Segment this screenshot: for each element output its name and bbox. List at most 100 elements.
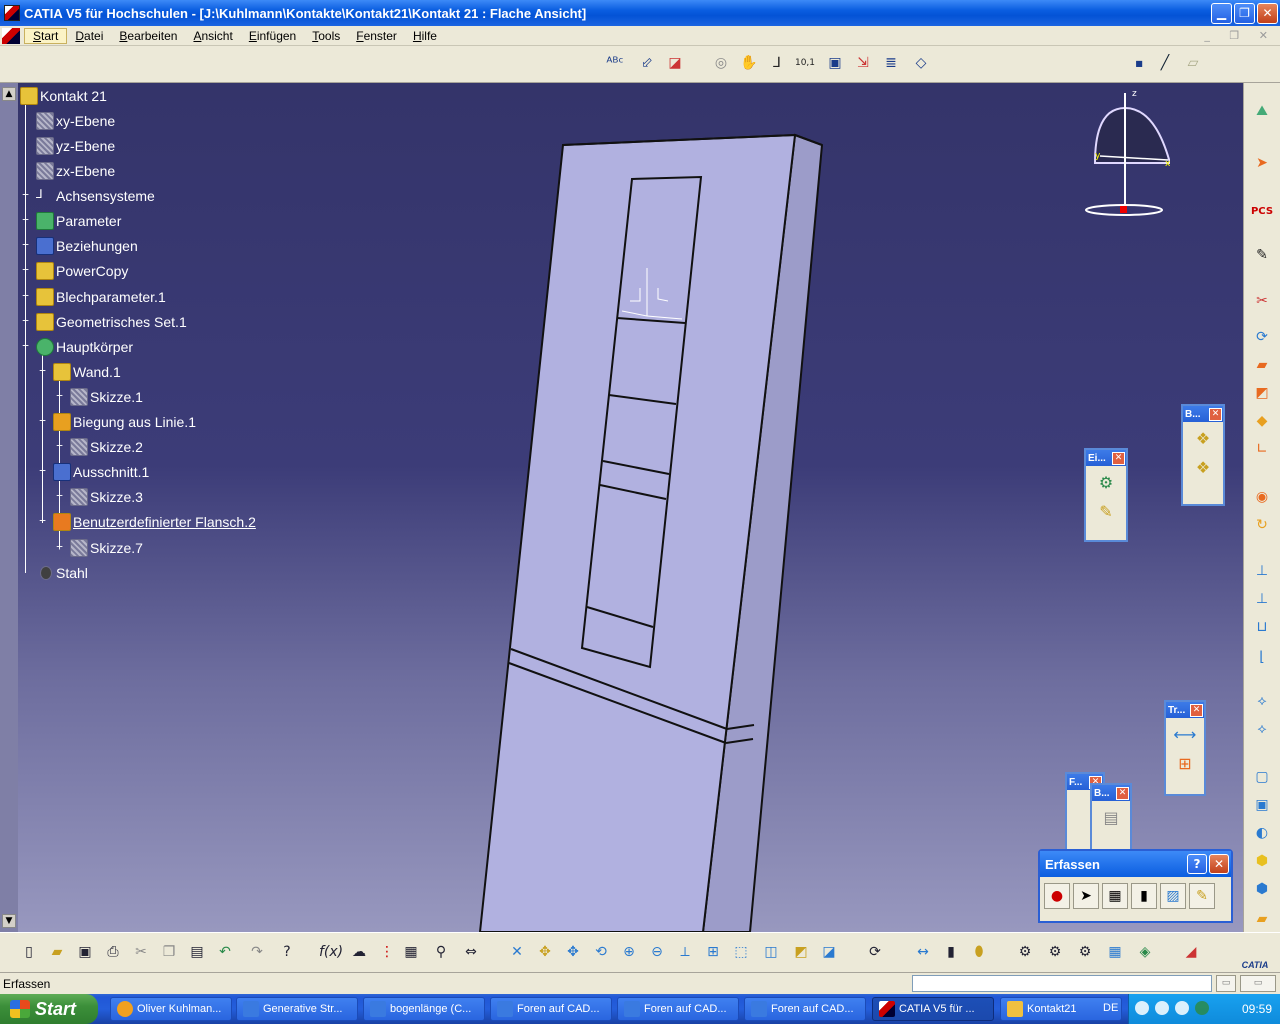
- formula-icon[interactable]: f(x): [319, 941, 343, 963]
- toolbar-b2[interactable]: B... ✕ ▤: [1090, 783, 1132, 853]
- expand-icon[interactable]: +: [21, 264, 30, 275]
- sketcher-icon[interactable]: ✎: [1250, 244, 1274, 266]
- close-button[interactable]: ✕: [1257, 2, 1278, 24]
- menu-fenster[interactable]: Fenster: [348, 29, 405, 43]
- task-button[interactable]: Foren auf CAD...: [617, 997, 739, 1021]
- tree-node-wall[interactable]: Wand.1: [53, 362, 121, 382]
- measure-item-icon[interactable]: ▮: [940, 941, 962, 963]
- expand-icon[interactable]: +: [21, 189, 30, 200]
- collapse-icon[interactable]: −: [21, 340, 30, 351]
- material-apply-icon[interactable]: ◈: [1134, 941, 1156, 963]
- hide-icon[interactable]: ◩: [790, 941, 812, 963]
- cut-out-tool-icon[interactable]: ⊥: [1250, 560, 1274, 582]
- boolean-assemble-icon[interactable]: ❖: [1190, 425, 1216, 451]
- knowledge-icon[interactable]: ⋮: [376, 941, 398, 963]
- select-arrow-icon[interactable]: ➤: [1250, 152, 1274, 174]
- minimize-button[interactable]: ▁: [1211, 2, 1232, 24]
- sheetmetal-param-tool-icon[interactable]: ✂: [1250, 290, 1274, 312]
- expand-icon[interactable]: +: [21, 239, 30, 250]
- fit-all-icon[interactable]: ✕: [506, 941, 528, 963]
- layer-icon[interactable]: ≣: [880, 52, 902, 74]
- cut-icon[interactable]: ✂: [130, 941, 152, 963]
- mirror-icon[interactable]: ⟡: [1250, 718, 1274, 740]
- stamping-icon[interactable]: ▢: [1250, 766, 1274, 788]
- menu-bearbeiten[interactable]: Bearbeiten: [111, 29, 185, 43]
- clock[interactable]: 09:59: [1242, 1002, 1272, 1016]
- tree-node-axis-systems[interactable]: ⅃ Achsensysteme: [36, 186, 155, 206]
- bending-icon[interactable]: ◉: [1250, 486, 1274, 508]
- compass-widget[interactable]: z y x: [1080, 88, 1172, 226]
- bead-icon[interactable]: ▣: [1250, 794, 1274, 816]
- toolbar-close-button[interactable]: ✕: [1116, 786, 1129, 800]
- expand-icon[interactable]: +: [55, 541, 64, 552]
- tree-node-bend[interactable]: Biegung aus Linie.1: [53, 412, 196, 432]
- collapse-icon[interactable]: −: [38, 465, 47, 476]
- shading-icon[interactable]: ◇: [910, 52, 932, 74]
- tree-node-parameters[interactable]: Parameter: [36, 211, 121, 231]
- workbench-icon[interactable]: ⛰: [1250, 100, 1274, 122]
- swept-walls-icon[interactable]: ◆: [1250, 410, 1274, 432]
- render-style-icon[interactable]: ◫: [760, 941, 782, 963]
- apply-material-icon[interactable]: ◪: [664, 52, 686, 74]
- tree-node-sheetmetal-parameters[interactable]: Blechparameter.1: [36, 287, 166, 307]
- task-button[interactable]: Foren auf CAD...: [744, 997, 866, 1021]
- analysis-icon[interactable]: ▦: [1104, 941, 1126, 963]
- pan-hand-icon[interactable]: ✋: [738, 52, 760, 74]
- whats-this-icon[interactable]: ?: [276, 941, 298, 963]
- insert-geometric-set-icon[interactable]: ✎: [1093, 498, 1119, 524]
- zoom-out-icon[interactable]: ⊖: [646, 941, 668, 963]
- normal-view-icon[interactable]: ⟂: [674, 941, 696, 963]
- translation-icon[interactable]: ⟷: [1172, 721, 1198, 747]
- collapse-icon[interactable]: −: [38, 515, 47, 526]
- wall-tool-icon[interactable]: ▰: [1250, 354, 1274, 376]
- toolbar-close-button[interactable]: ✕: [1190, 703, 1203, 717]
- tree-node-sketch-3[interactable]: Skizze.3: [70, 487, 143, 507]
- menu-datei[interactable]: Datei: [67, 29, 111, 43]
- tree-root[interactable]: Kontakt 21: [20, 86, 107, 106]
- design-table-icon[interactable]: ⚙: [1044, 941, 1066, 963]
- toolbar-close-button[interactable]: ✕: [1209, 407, 1222, 421]
- update-icon[interactable]: ⟳: [864, 941, 886, 963]
- language-indicator[interactable]: DE: [1103, 1002, 1118, 1014]
- 3d-viewport[interactable]: [0, 83, 1243, 932]
- menu-start[interactable]: Start: [24, 27, 68, 44]
- view-mode-icon[interactable]: ▣: [824, 52, 846, 74]
- tree-scrollbar[interactable]: ▲ ▼: [0, 83, 18, 932]
- corner-relief-icon[interactable]: ⊔: [1250, 616, 1274, 638]
- expand-icon[interactable]: +: [55, 440, 64, 451]
- walls-icon[interactable]: ⟳: [1250, 326, 1274, 348]
- tree-node-partbody[interactable]: Hauptkörper: [36, 337, 133, 357]
- library-icon[interactable]: ▤: [1098, 804, 1124, 830]
- redo-icon[interactable]: ↷: [246, 941, 268, 963]
- table-icon[interactable]: ▦: [400, 941, 422, 963]
- tree-node-geometric-set[interactable]: Geometrisches Set.1: [36, 312, 187, 332]
- antivirus-icon[interactable]: [1195, 1001, 1209, 1015]
- new-file-icon[interactable]: ▯: [18, 941, 40, 963]
- scroll-down-arrow[interactable]: ▼: [2, 914, 16, 928]
- tree-node-relations[interactable]: Beziehungen: [36, 236, 138, 256]
- unfold-icon[interactable]: ↻: [1250, 514, 1274, 536]
- paste-icon[interactable]: ▤: [186, 941, 208, 963]
- erfassen-close-button[interactable]: ✕: [1209, 854, 1229, 874]
- pan-icon[interactable]: ✥: [562, 941, 584, 963]
- catia-menu-icon[interactable]: [2, 27, 20, 44]
- transformation-icon[interactable]: ⟡: [1250, 690, 1274, 712]
- expand-icon[interactable]: +: [21, 214, 30, 225]
- album-icon[interactable]: ▮: [1131, 883, 1157, 909]
- bridge-icon[interactable]: ⬢: [1250, 850, 1274, 872]
- tree-node-powercopy[interactable]: PowerCopy: [36, 261, 128, 281]
- collapse-icon[interactable]: −: [38, 365, 47, 376]
- render-icon[interactable]: ◢: [1180, 941, 1202, 963]
- measure-between-icon[interactable]: ↔: [912, 941, 934, 963]
- toolbar-tr[interactable]: Tr... ✕ ⟷ ⊞: [1164, 700, 1206, 796]
- tree-node-flange[interactable]: Benutzerdefinierter Flansch.2: [53, 512, 256, 532]
- select-icon[interactable]: ➤: [1073, 883, 1099, 909]
- lock-icon[interactable]: ⚲: [430, 941, 452, 963]
- point-icon[interactable]: ■: [1128, 52, 1150, 74]
- comment-icon[interactable]: ☁: [348, 941, 370, 963]
- tree-node-sketch-2[interactable]: Skizze.2: [70, 437, 143, 457]
- sound-icon[interactable]: [1175, 1001, 1189, 1015]
- record-icon[interactable]: ●: [1044, 883, 1070, 909]
- toolbar-close-button[interactable]: ✕: [1112, 451, 1125, 465]
- menu-ansicht[interactable]: Ansicht: [185, 29, 240, 43]
